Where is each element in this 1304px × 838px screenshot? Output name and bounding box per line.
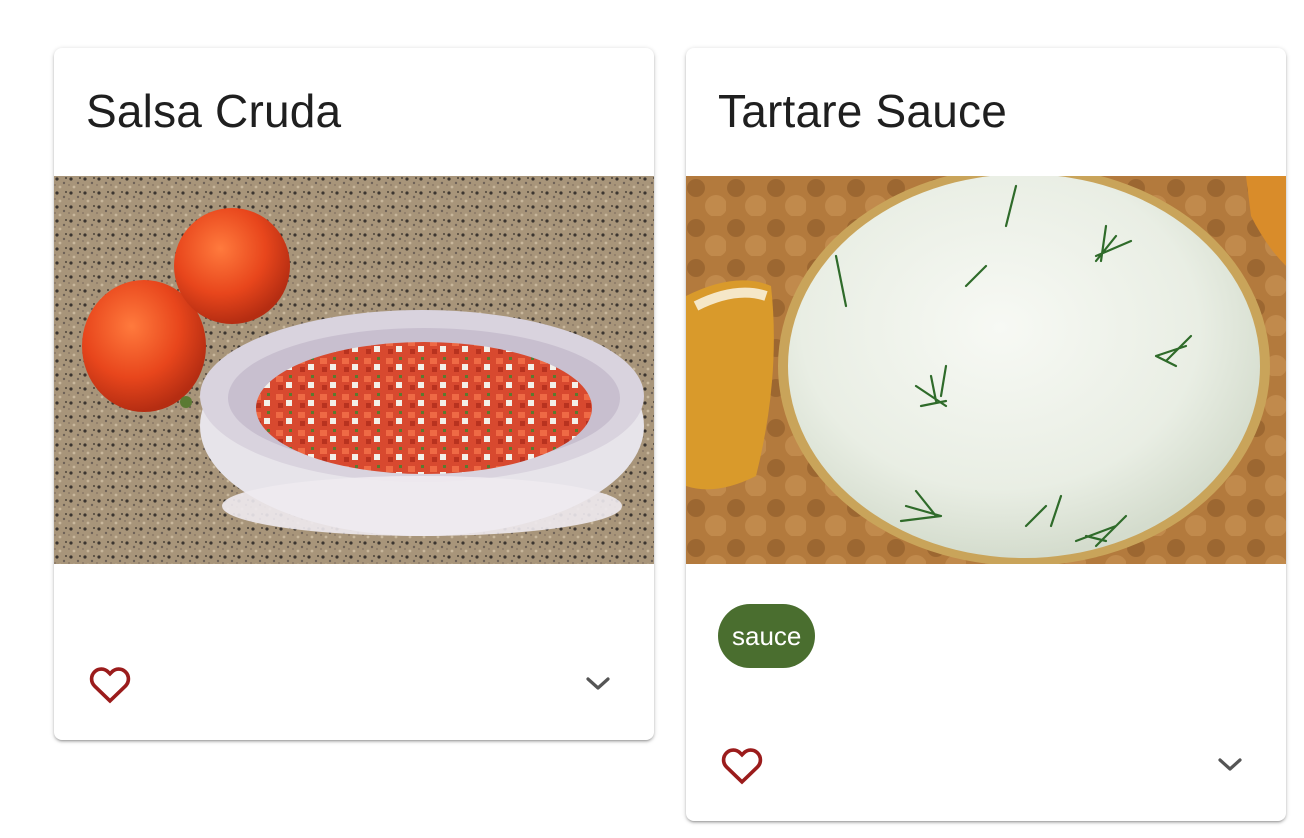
recipe-title: Tartare Sauce (718, 85, 1007, 137)
expand-button[interactable] (574, 660, 622, 708)
chevron-down-icon (1218, 758, 1242, 771)
favorite-button[interactable] (714, 737, 770, 793)
heart-outline-icon (89, 667, 131, 704)
card-actions (686, 711, 1286, 821)
favorite-button[interactable] (82, 656, 138, 712)
recipe-title: Salsa Cruda (86, 85, 342, 137)
recipe-image (54, 176, 654, 564)
card-actions (54, 630, 654, 740)
heart-outline-icon (721, 748, 763, 785)
tag-chip[interactable]: sauce (718, 604, 816, 668)
recipe-card: Salsa Cruda (54, 48, 654, 740)
expand-button[interactable] (1206, 741, 1254, 789)
recipe-grid: Salsa Cruda Tartare Sauce sauce (0, 0, 1304, 838)
recipe-card: Tartare Sauce sauce (686, 48, 1286, 821)
chevron-down-icon (586, 677, 610, 690)
tag-list: sauce (686, 564, 1286, 668)
recipe-image (686, 176, 1286, 564)
